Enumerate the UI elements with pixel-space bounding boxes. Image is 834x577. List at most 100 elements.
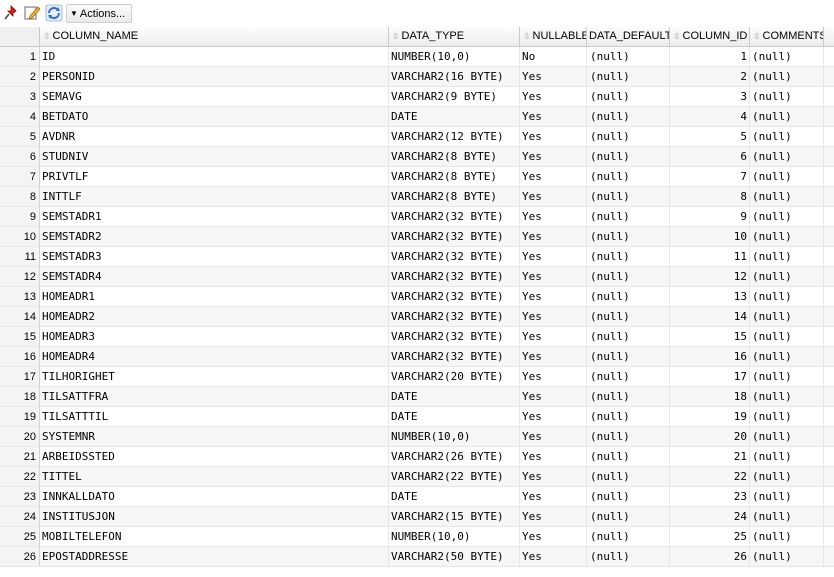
cell-nullable[interactable]: Yes <box>520 307 587 326</box>
cell-column-id[interactable]: 24 <box>670 507 750 526</box>
row-number[interactable]: 9 <box>0 207 40 226</box>
row-number[interactable]: 3 <box>0 87 40 106</box>
cell-column-name[interactable]: SEMSTADR3 <box>40 247 389 266</box>
cell-column-name[interactable]: ID <box>40 47 389 66</box>
cell-column-name[interactable]: HOMEADR3 <box>40 327 389 346</box>
table-row[interactable]: 24 INSTITUSJON VARCHAR2(15 BYTE) Yes (null) 2… <box>0 507 834 527</box>
cell-data-type[interactable]: VARCHAR2(8 BYTE) <box>389 147 520 166</box>
row-number[interactable]: 6 <box>0 147 40 166</box>
cell-column-name[interactable]: PRIVTLF <box>40 167 389 186</box>
table-row[interactable]: 22 TITTEL VARCHAR2(22 BYTE) Yes (null) 22 (nul… <box>0 467 834 487</box>
cell-comments[interactable]: (null) <box>750 347 824 366</box>
table-row[interactable]: 9 SEMSTADR1 VARCHAR2(32 BYTE) Yes (null) 9 (nu… <box>0 207 834 227</box>
row-number[interactable]: 21 <box>0 447 40 466</box>
row-number[interactable]: 14 <box>0 307 40 326</box>
header-comments[interactable]: ⇳ COMMENTS <box>750 27 824 46</box>
cell-data-type[interactable]: DATE <box>389 107 520 126</box>
cell-data-type[interactable]: DATE <box>389 407 520 426</box>
cell-data-type[interactable]: VARCHAR2(8 BYTE) <box>389 187 520 206</box>
cell-nullable[interactable]: Yes <box>520 507 587 526</box>
cell-comments[interactable]: (null) <box>750 407 824 426</box>
cell-column-name[interactable]: SEMSTADR1 <box>40 207 389 226</box>
cell-column-name[interactable]: SEMAVG <box>40 87 389 106</box>
cell-comments[interactable]: (null) <box>750 527 824 546</box>
pin-icon[interactable] <box>2 4 20 22</box>
cell-column-name[interactable]: TITTEL <box>40 467 389 486</box>
cell-column-name[interactable]: BETDATO <box>40 107 389 126</box>
cell-nullable[interactable]: Yes <box>520 347 587 366</box>
cell-data-type[interactable]: VARCHAR2(9 BYTE) <box>389 87 520 106</box>
cell-data-type[interactable]: VARCHAR2(12 BYTE) <box>389 127 520 146</box>
cell-column-id[interactable]: 4 <box>670 107 750 126</box>
header-data-default[interactable]: DATA_DEFAULT <box>587 27 670 46</box>
cell-column-id[interactable]: 10 <box>670 227 750 246</box>
cell-nullable[interactable]: Yes <box>520 147 587 166</box>
cell-data-type[interactable]: VARCHAR2(20 BYTE) <box>389 367 520 386</box>
cell-nullable[interactable]: Yes <box>520 387 587 406</box>
cell-nullable[interactable]: Yes <box>520 187 587 206</box>
cell-data-default[interactable]: (null) <box>587 387 670 406</box>
cell-data-default[interactable]: (null) <box>587 47 670 66</box>
cell-column-name[interactable]: INTTLF <box>40 187 389 206</box>
table-row[interactable]: 1 ID NUMBER(10,0) No (null) 1 (null) <box>0 47 834 67</box>
cell-data-type[interactable]: VARCHAR2(16 BYTE) <box>389 67 520 86</box>
cell-column-id[interactable]: 14 <box>670 307 750 326</box>
cell-column-id[interactable]: 5 <box>670 127 750 146</box>
cell-data-default[interactable]: (null) <box>587 347 670 366</box>
cell-data-default[interactable]: (null) <box>587 507 670 526</box>
row-number[interactable]: 20 <box>0 427 40 446</box>
table-row[interactable]: 4 BETDATO DATE Yes (null) 4 (null) <box>0 107 834 127</box>
cell-data-default[interactable]: (null) <box>587 487 670 506</box>
cell-column-name[interactable]: TILSATTFRA <box>40 387 389 406</box>
cell-column-id[interactable]: 16 <box>670 347 750 366</box>
cell-comments[interactable]: (null) <box>750 67 824 86</box>
cell-comments[interactable]: (null) <box>750 247 824 266</box>
cell-data-type[interactable]: VARCHAR2(26 BYTE) <box>389 447 520 466</box>
cell-nullable[interactable]: Yes <box>520 267 587 286</box>
row-number[interactable]: 23 <box>0 487 40 506</box>
header-nullable[interactable]: ⇳ NULLABLE <box>520 27 587 46</box>
table-row[interactable]: 2 PERSONID VARCHAR2(16 BYTE) Yes (null) 2 (nul… <box>0 67 834 87</box>
cell-column-name[interactable]: SYSTEMNR <box>40 427 389 446</box>
row-number[interactable]: 19 <box>0 407 40 426</box>
row-number[interactable]: 5 <box>0 127 40 146</box>
cell-nullable[interactable]: Yes <box>520 207 587 226</box>
row-number[interactable]: 1 <box>0 47 40 66</box>
cell-comments[interactable]: (null) <box>750 307 824 326</box>
cell-nullable[interactable]: No <box>520 47 587 66</box>
cell-data-default[interactable]: (null) <box>587 247 670 266</box>
cell-column-id[interactable]: 23 <box>670 487 750 506</box>
row-number[interactable]: 13 <box>0 287 40 306</box>
cell-nullable[interactable]: Yes <box>520 487 587 506</box>
refresh-icon[interactable] <box>45 4 63 22</box>
cell-data-type[interactable]: VARCHAR2(32 BYTE) <box>389 307 520 326</box>
cell-nullable[interactable]: Yes <box>520 227 587 246</box>
table-row[interactable]: 13 HOMEADR1 VARCHAR2(32 BYTE) Yes (null) 13 (n… <box>0 287 834 307</box>
cell-comments[interactable]: (null) <box>750 207 824 226</box>
cell-data-type[interactable]: VARCHAR2(50 BYTE) <box>389 547 520 566</box>
cell-column-id[interactable]: 19 <box>670 407 750 426</box>
actions-button[interactable]: ▼ Actions... <box>66 4 132 23</box>
cell-data-type[interactable]: VARCHAR2(32 BYTE) <box>389 267 520 286</box>
cell-data-type[interactable]: NUMBER(10,0) <box>389 527 520 546</box>
cell-data-default[interactable]: (null) <box>587 107 670 126</box>
cell-comments[interactable]: (null) <box>750 47 824 66</box>
cell-nullable[interactable]: Yes <box>520 327 587 346</box>
table-row[interactable]: 10 SEMSTADR2 VARCHAR2(32 BYTE) Yes (null) 10(… <box>0 227 834 247</box>
cell-column-name[interactable]: HOMEADR2 <box>40 307 389 326</box>
cell-column-name[interactable]: TILHORIGHET <box>40 367 389 386</box>
cell-nullable[interactable]: Yes <box>520 547 587 566</box>
cell-nullable[interactable]: Yes <box>520 407 587 426</box>
table-row[interactable]: 17 TILHORIGHET VARCHAR2(20 BYTE) Yes (null) 1… <box>0 367 834 387</box>
cell-comments[interactable]: (null) <box>750 107 824 126</box>
row-number[interactable]: 11 <box>0 247 40 266</box>
cell-column-id[interactable]: 26 <box>670 547 750 566</box>
cell-data-default[interactable]: (null) <box>587 327 670 346</box>
row-number[interactable]: 15 <box>0 327 40 346</box>
cell-comments[interactable]: (null) <box>750 147 824 166</box>
cell-data-default[interactable]: (null) <box>587 167 670 186</box>
table-row[interactable]: 12 SEMSTADR4 VARCHAR2(32 BYTE) Yes (null) 12(… <box>0 267 834 287</box>
cell-column-name[interactable]: HOMEADR1 <box>40 287 389 306</box>
table-row[interactable]: 6 STUDNIV VARCHAR2(8 BYTE) Yes (null) 6 (null) <box>0 147 834 167</box>
cell-column-name[interactable]: SEMSTADR2 <box>40 227 389 246</box>
